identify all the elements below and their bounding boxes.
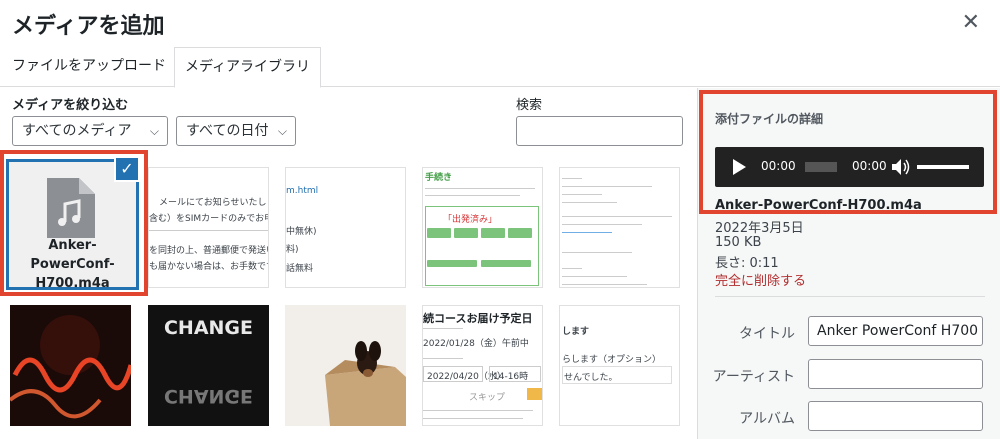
divider <box>715 296 985 297</box>
volume-slider[interactable] <box>917 165 969 169</box>
file-length: 長さ: 0:11 <box>715 256 779 271</box>
attachment-thumbnail[interactable]: します らします（オプション） せんでした。 <box>559 305 680 426</box>
tab-upload-files[interactable]: ファイルをアップロード <box>2 47 176 87</box>
file-size: 150 KB <box>715 235 762 250</box>
media-browser: メディアを絞り込む すべてのメディア ⌵ すべての日付 ⌵ 検索 Anker-P… <box>0 88 697 439</box>
attachment-thumbnail[interactable]: 続コースお届け予定日 2022/01/28（金）午前中 2022/04/20（水… <box>422 305 543 426</box>
delete-permanently-link[interactable]: 完全に削除する <box>715 270 806 289</box>
duration-time: 00:00 <box>852 159 887 173</box>
search-label: 検索 <box>516 98 543 113</box>
attachment-thumbnail[interactable]: メールにてお知らせいたします。 含む）をSIMカードのみでお申し込み を同封の上… <box>148 167 269 288</box>
attachment-filename: Anker-PowerConf-H700.m4a <box>30 238 115 291</box>
upload-date: 2022年3月5日 <box>715 221 804 236</box>
chevron-down-icon: ⌵ <box>277 124 287 138</box>
artist-field[interactable] <box>808 359 983 389</box>
title-field[interactable]: Anker PowerConf H700 <box>808 316 983 346</box>
attachment-thumbnail[interactable] <box>559 167 680 288</box>
media-type-select[interactable]: すべてのメディア ⌵ <box>12 116 168 146</box>
chevron-down-icon: ⌵ <box>149 124 159 138</box>
attachment-thumbnail[interactable]: CHANGE CHANGE <box>148 305 269 426</box>
modal-title: メディアを追加 <box>12 14 165 39</box>
attachment-thumbnail[interactable] <box>285 305 406 426</box>
attachment-filename: Anker-PowerConf-H700.m4a <box>715 198 922 213</box>
seek-bar[interactable] <box>805 162 837 172</box>
attachment-thumbnail[interactable]: m.html 中無休) 料) 話無料 <box>285 167 406 288</box>
artist-label: アーティスト <box>712 369 795 385</box>
neon-sign-image <box>10 305 131 426</box>
search-input[interactable] <box>516 116 683 146</box>
attachment-thumbnail[interactable] <box>10 305 131 426</box>
title-label: タイトル <box>739 326 795 342</box>
tab-bar: ファイルをアップロード メディアライブラリ <box>0 47 1000 88</box>
dog-in-box-image <box>285 305 406 426</box>
audio-player: 00:00 00:00 <box>715 147 984 187</box>
checkmark-icon[interactable]: ✓ <box>114 156 140 182</box>
date-select[interactable]: すべての日付 ⌵ <box>176 116 296 146</box>
filter-label: メディアを絞り込む <box>12 98 129 113</box>
album-label: アルバム <box>739 411 795 427</box>
album-field[interactable] <box>808 401 983 431</box>
media-type-select-value: すべてのメディア <box>22 123 132 139</box>
tab-media-library[interactable]: メディアライブラリ <box>174 47 322 88</box>
attachment-thumbnail[interactable]: 手続き 「出発済み」 <box>422 167 543 288</box>
close-icon[interactable]: ✕ <box>962 12 980 34</box>
attachment-details-title: 添付ファイルの詳細 <box>715 112 824 126</box>
play-icon[interactable] <box>733 159 746 175</box>
volume-icon[interactable] <box>891 158 911 176</box>
audio-file-icon <box>47 178 95 238</box>
current-time: 00:00 <box>761 159 796 173</box>
date-select-value: すべての日付 <box>186 123 269 139</box>
